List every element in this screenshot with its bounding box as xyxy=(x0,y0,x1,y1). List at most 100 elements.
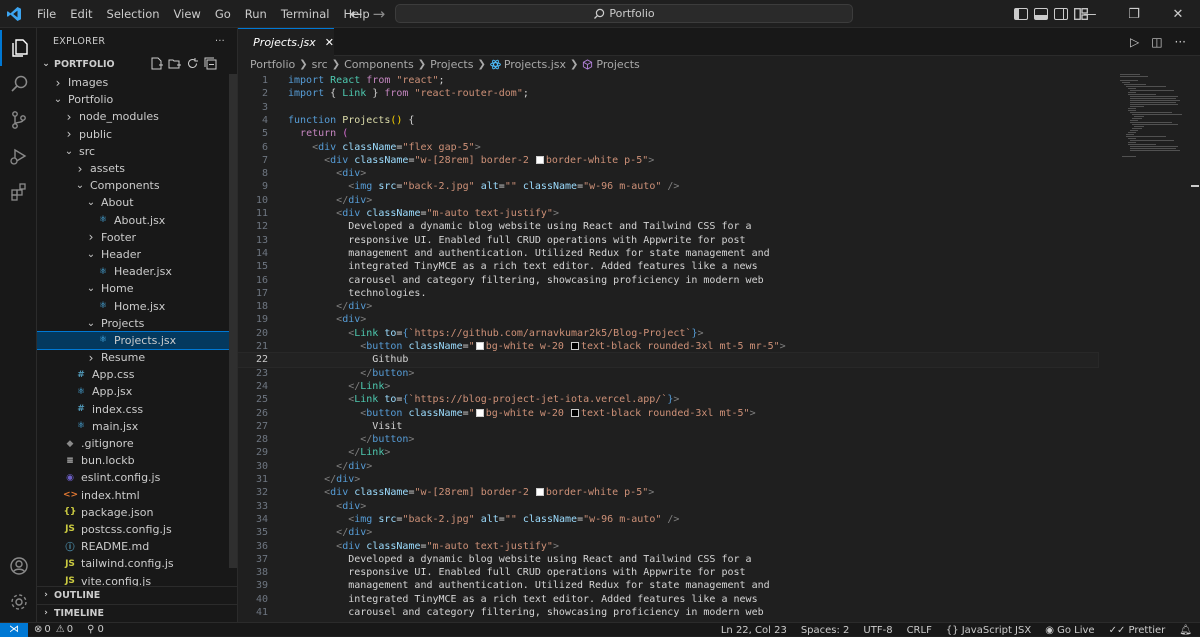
forward-arrow-icon[interactable]: → xyxy=(373,5,386,23)
code-line[interactable]: 30 </div> xyxy=(238,460,1098,473)
tree-file[interactable]: ⚛Header.jsx xyxy=(37,263,237,280)
tree-folder[interactable]: ›assets xyxy=(37,160,237,177)
tree-file[interactable]: ⚛App.jsx xyxy=(37,383,237,400)
explorer-icon[interactable] xyxy=(0,30,37,66)
color-swatch-icon[interactable] xyxy=(571,342,579,350)
toggle-primary-sidebar-icon[interactable] xyxy=(1014,8,1028,20)
code-line[interactable]: 22 Github xyxy=(238,353,1098,366)
restore-icon[interactable]: ❐ xyxy=(1112,7,1156,22)
tree-file[interactable]: #App.css xyxy=(37,366,237,383)
collapse-all-icon[interactable] xyxy=(204,57,217,70)
tab-projects-jsx[interactable]: Projects.jsx ✕ xyxy=(238,28,334,56)
close-tab-icon[interactable]: ✕ xyxy=(325,36,334,49)
code-line[interactable]: 7 <div className="w-[28rem] border-2 bor… xyxy=(238,154,1098,167)
breadcrumb-item[interactable]: src xyxy=(312,58,328,71)
sidebar-scrollbar[interactable] xyxy=(229,74,237,568)
remote-indicator-icon[interactable]: ⋊ xyxy=(0,623,28,637)
code-line[interactable]: 19 <div> xyxy=(238,313,1098,326)
code-editor[interactable]: 1import React from "react";2import { Lin… xyxy=(238,72,1190,622)
ports-indicator[interactable]: ⚲0 xyxy=(87,624,104,635)
tree-file[interactable]: JSpostcss.config.js xyxy=(37,521,237,538)
menu-selection[interactable]: Selection xyxy=(100,0,167,28)
tree-folder[interactable]: ⌄About xyxy=(37,194,237,211)
explorer-more-actions-icon[interactable]: ··· xyxy=(215,36,225,47)
menu-view[interactable]: View xyxy=(167,0,208,28)
color-swatch-icon[interactable] xyxy=(571,409,579,417)
tree-file[interactable]: ◉eslint.config.js xyxy=(37,469,237,486)
back-arrow-icon[interactable]: ← xyxy=(350,5,363,23)
tree-file[interactable]: {}package.json xyxy=(37,504,237,521)
tree-file[interactable]: <>index.html xyxy=(37,487,237,504)
code-line[interactable]: 27 Visit xyxy=(238,420,1098,433)
code-line[interactable]: 8 <div> xyxy=(238,167,1098,180)
tree-file[interactable]: ⚛main.jsx xyxy=(37,418,237,435)
go-live[interactable]: ◉ Go Live xyxy=(1045,625,1094,636)
code-line[interactable]: 5 return ( xyxy=(238,127,1098,140)
code-line[interactable]: 26 <button className="bg-white w-20 text… xyxy=(238,407,1098,420)
code-line[interactable]: 28 </button> xyxy=(238,433,1098,446)
color-swatch-icon[interactable] xyxy=(536,488,544,496)
code-line[interactable]: 9 <img src="back-2.jpg" alt="" className… xyxy=(238,180,1098,193)
extensions-icon[interactable] xyxy=(0,174,37,210)
breadcrumb-item[interactable]: Projects xyxy=(596,58,639,71)
run-icon[interactable]: ▷ xyxy=(1130,35,1139,49)
code-line[interactable]: 12 Developed a dynamic blog website usin… xyxy=(238,220,1098,233)
code-line[interactable]: 13 responsive UI. Enabled full CRUD oper… xyxy=(238,234,1098,247)
code-line[interactable]: 11 <div className="m-auto text-justify"> xyxy=(238,207,1098,220)
code-line[interactable]: 33 <div> xyxy=(238,500,1098,513)
breadcrumb-item[interactable]: Projects.jsx xyxy=(504,58,566,71)
tree-file[interactable]: ⚛Projects.jsx xyxy=(37,332,237,349)
code-line[interactable]: 23 </button> xyxy=(238,367,1098,380)
editor-scrollbar[interactable] xyxy=(1190,72,1200,622)
close-window-icon[interactable]: ✕ xyxy=(1156,7,1200,22)
code-line[interactable]: 40 integrated TinyMCE as a rich text edi… xyxy=(238,593,1098,606)
tree-file[interactable]: ⓘREADME.md xyxy=(37,538,237,555)
command-center-search[interactable]: Portfolio xyxy=(395,4,853,23)
code-line[interactable]: 17 technologies. xyxy=(238,287,1098,300)
encoding[interactable]: UTF-8 xyxy=(863,625,892,636)
toggle-secondary-sidebar-icon[interactable] xyxy=(1054,8,1068,20)
code-line[interactable]: 2import { Link } from "react-router-dom"… xyxy=(238,87,1098,100)
line-ending[interactable]: CRLF xyxy=(907,625,932,636)
settings-gear-icon[interactable] xyxy=(0,584,37,620)
new-file-icon[interactable] xyxy=(150,57,163,70)
code-line[interactable]: 6 <div className="flex gap-5"> xyxy=(238,141,1098,154)
tree-folder[interactable]: ⌄Header xyxy=(37,246,237,263)
outline-section[interactable]: › OUTLINE xyxy=(37,586,238,603)
more-actions-icon[interactable]: ··· xyxy=(1175,35,1186,49)
code-line[interactable]: 16 carousel and category filtering, show… xyxy=(238,274,1098,287)
code-line[interactable]: 15 integrated TinyMCE as a rich text edi… xyxy=(238,260,1098,273)
code-line[interactable]: 4function Projects() { xyxy=(238,114,1098,127)
code-line[interactable]: 38 responsive UI. Enabled full CRUD oper… xyxy=(238,566,1098,579)
code-line[interactable]: 21 <button className="bg-white w-20 text… xyxy=(238,340,1098,353)
tree-file[interactable]: ⚛About.jsx xyxy=(37,212,237,229)
tree-folder[interactable]: ⌄Components xyxy=(37,177,237,194)
breadcrumb-item[interactable]: Components xyxy=(344,58,414,71)
split-editor-icon[interactable]: ◫ xyxy=(1151,35,1162,49)
color-swatch-icon[interactable] xyxy=(536,156,544,164)
minimize-icon[interactable]: — xyxy=(1068,7,1112,22)
code-line[interactable]: 24 </Link> xyxy=(238,380,1098,393)
tree-folder[interactable]: ⌄Portfolio xyxy=(37,91,237,108)
code-line[interactable]: 41 carousel and category filtering, show… xyxy=(238,606,1098,619)
code-line[interactable]: 37 Developed a dynamic blog website usin… xyxy=(238,553,1098,566)
code-line[interactable]: 10 </div> xyxy=(238,194,1098,207)
run-debug-icon[interactable] xyxy=(0,138,37,174)
menu-go[interactable]: Go xyxy=(208,0,238,28)
color-swatch-icon[interactable] xyxy=(476,409,484,417)
code-line[interactable]: 14 management and authentication. Utiliz… xyxy=(238,247,1098,260)
menu-run[interactable]: Run xyxy=(238,0,274,28)
code-line[interactable]: 36 <div className="m-auto text-justify"> xyxy=(238,540,1098,553)
tree-file[interactable]: ≡bun.lockb xyxy=(37,452,237,469)
code-line[interactable]: 32 <div className="w-[28rem] border-2 bo… xyxy=(238,486,1098,499)
code-line[interactable]: 3 xyxy=(238,101,1098,114)
code-line[interactable]: 25 <Link to={`https://blog-project-jet-i… xyxy=(238,393,1098,406)
account-icon[interactable] xyxy=(0,548,37,584)
breadcrumb-item[interactable]: Projects xyxy=(430,58,473,71)
code-line[interactable]: 18 </div> xyxy=(238,300,1098,313)
tree-file[interactable]: ⚛Home.jsx xyxy=(37,297,237,314)
source-control-icon[interactable] xyxy=(0,102,37,138)
prettier[interactable]: ✓✓ Prettier xyxy=(1109,625,1166,636)
code-line[interactable]: 39 management and authentication. Utiliz… xyxy=(238,579,1098,592)
tree-folder[interactable]: ›node_modules xyxy=(37,108,237,125)
